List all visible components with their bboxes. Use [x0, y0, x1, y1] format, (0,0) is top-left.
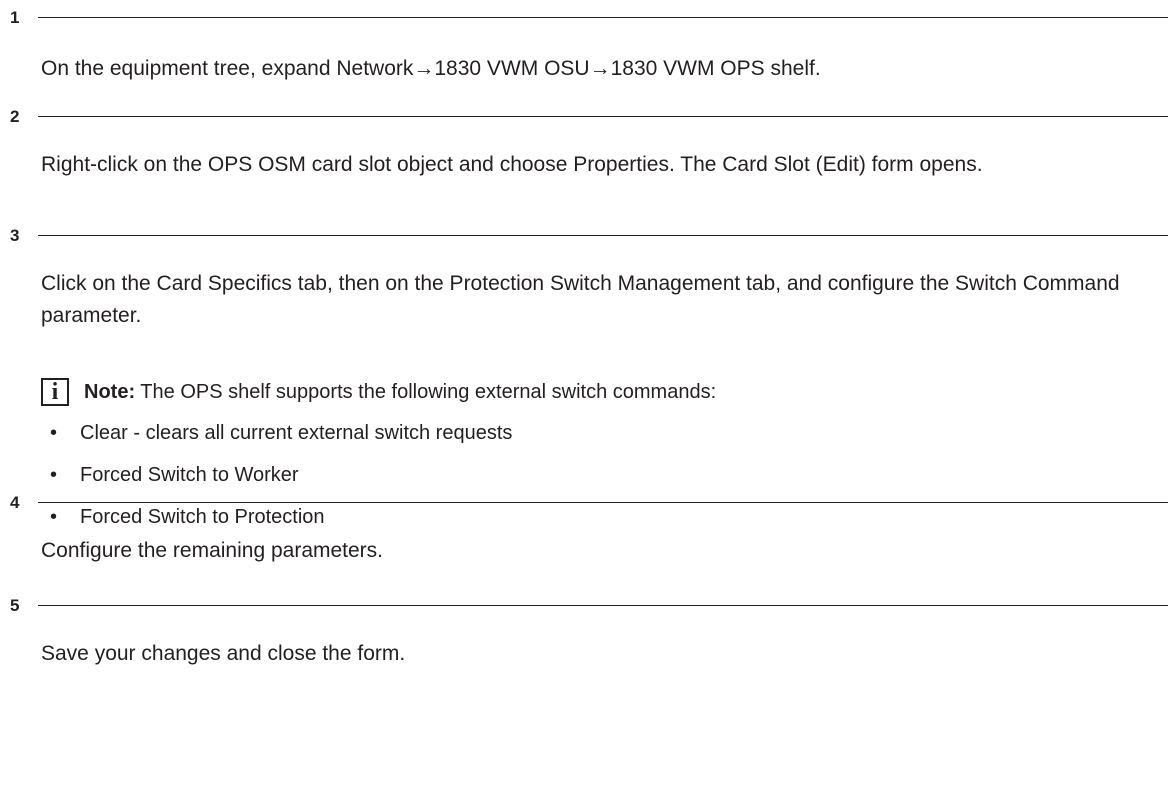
note-label: Note:: [84, 381, 136, 403]
step-header: 2: [8, 105, 1168, 129]
step-text: Configure the remaining parameters.: [41, 539, 384, 562]
step-text: On the equipment tree, expand Network→18…: [41, 57, 821, 80]
step-header: 4: [8, 491, 1168, 515]
note-text: Note: The OPS shelf supports the followi…: [84, 378, 716, 406]
step-number: 4: [10, 493, 20, 512]
step-divider: [38, 502, 1168, 503]
step-divider: [38, 605, 1168, 606]
step-header: 1: [8, 6, 1168, 30]
note-body: The OPS shelf supports the following ext…: [135, 381, 717, 403]
info-icon: i: [41, 378, 69, 406]
step-text: Right-click on the OPS OSM card slot obj…: [41, 153, 983, 176]
step-divider: [38, 235, 1168, 236]
list-item-text: Forced Switch to Worker: [80, 464, 299, 486]
list-item-text: Clear - clears all current external swit…: [80, 422, 513, 444]
step-header: 3: [8, 224, 1168, 248]
step-header: 5: [8, 594, 1168, 618]
bullet-icon: •: [50, 422, 58, 444]
step-text: Click on the Card Specifics tab, then on…: [41, 272, 1120, 327]
step-number: 2: [10, 107, 20, 126]
step-text: Save your changes and close the form.: [41, 642, 406, 665]
step-divider: [38, 116, 1168, 117]
step-number: 5: [10, 596, 20, 615]
bullet-icon: •: [50, 464, 58, 486]
step-number: 3: [10, 226, 20, 245]
step-number: 1: [10, 8, 20, 27]
step-divider: [38, 17, 1168, 18]
